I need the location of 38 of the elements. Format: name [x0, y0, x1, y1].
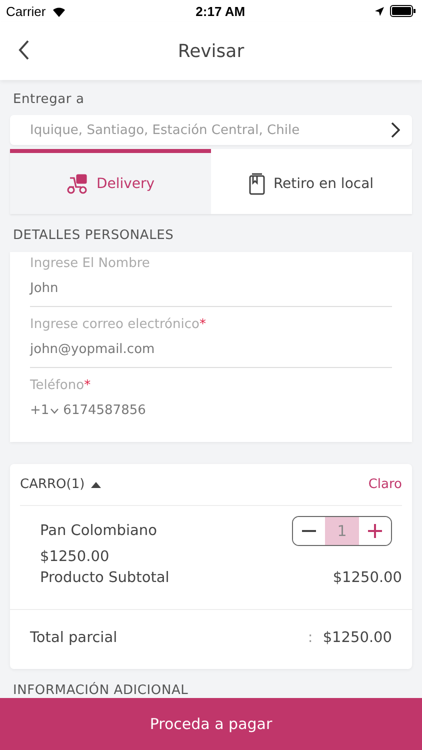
delivery-tab[interactable]: Retiro en local: [211, 149, 412, 214]
chevron-down-icon: [50, 408, 60, 414]
cart-toggle[interactable]: CARRO(1): [20, 477, 101, 492]
screen-title: Revisar: [178, 40, 244, 62]
address-selector[interactable]: Iquique, Santiago, Estación Central, Chile: [10, 115, 412, 145]
pay-button[interactable]: Proceda a pagar: [0, 698, 422, 750]
section-heading: DETALLES PERSONALES: [13, 228, 175, 243]
product-name: Pan Colombiano: [40, 522, 157, 540]
input-field[interactable]: john@yopmail.com: [30, 342, 155, 357]
section-label: Entregar a: [13, 92, 86, 107]
field-label: Teléfono: [30, 378, 84, 393]
status-time: 2:17 AM: [196, 4, 246, 18]
total-value: $1250.00: [322, 629, 392, 648]
quantity-stepper[interactable]: 1: [292, 516, 392, 546]
section-heading: INFORMACIÓN ADICIONAL: [13, 683, 190, 698]
location-icon: [374, 6, 385, 16]
required-mark: *: [199, 317, 206, 332]
scooter-icon: [66, 174, 88, 194]
chevron-right-icon: [391, 122, 400, 138]
required-mark: *: [84, 378, 91, 393]
input-field[interactable]: 6174587856: [63, 403, 146, 418]
carrier-name: Carrier: [6, 4, 46, 18]
subtotal-label: Producto Subtotal: [40, 569, 170, 588]
clear-link[interactable]: Claro: [368, 477, 402, 492]
triangle-icon: [90, 481, 101, 488]
battery-icon: [390, 5, 416, 17]
total-label: Total parcial: [30, 629, 118, 648]
input-field[interactable]: John: [30, 281, 58, 296]
wifi-icon: [50, 5, 67, 17]
field-label: Ingrese El Nombre: [30, 256, 150, 271]
subtotal-value: $1250.00: [332, 569, 402, 588]
field-label: Ingrese correo electrónico: [30, 317, 200, 332]
quantity-value: 1: [325, 517, 359, 545]
bag-icon: [249, 172, 266, 194]
country-code-selector[interactable]: +1: [30, 403, 60, 418]
delivery-tab[interactable]: Delivery: [10, 149, 211, 214]
product-price: $1250.00: [40, 549, 110, 565]
total-separator: :: [308, 629, 313, 648]
